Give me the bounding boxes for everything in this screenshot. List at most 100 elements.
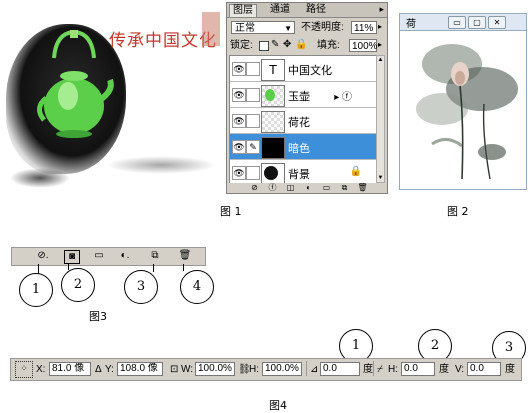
new-layer-icon[interactable]: ⧉ (148, 250, 162, 262)
layers-list: 👁 T 中国文化 👁 玉壶 ▸ ⓕ 👁 荷花 👁 ✎ 暗色 👁 背景 🔒 (229, 55, 377, 185)
hskew-field[interactable]: 0.0 (401, 362, 435, 376)
layer-mask-icon[interactable]: ◫ (285, 183, 296, 192)
ink-brush-stroke (10, 168, 70, 188)
angle-field[interactable]: 0.0 (320, 362, 360, 376)
minimize-button[interactable]: ▭ (448, 16, 466, 29)
lock-icon: 🔒 (349, 166, 362, 177)
lotus-painting (416, 44, 518, 180)
link-icon[interactable] (246, 88, 260, 102)
eye-icon[interactable]: 👁 (232, 88, 246, 102)
h-label: H: (249, 364, 259, 375)
callout-4: 4 (180, 270, 214, 304)
layers-bottom-toolbar: ⊘ ⓕ ◫ ◐ ▭ ⧉ 🗑 (227, 183, 387, 193)
height-field[interactable]: 100.0% (262, 362, 302, 376)
panel-tabs: 图层 通道 路径 ▸ (227, 3, 387, 18)
scale-icon: ⊡ (170, 364, 179, 375)
skew-icon: ⌿ (377, 364, 383, 375)
fx-icon[interactable]: ▸ ⓕ (334, 88, 352, 103)
eye-icon[interactable]: 👁 (232, 166, 246, 180)
brush-icon[interactable]: ✎ (246, 140, 260, 154)
layer-row[interactable]: 👁 ✎ 暗色 (230, 134, 376, 160)
adjustment-layer-icon[interactable]: ◐. (118, 250, 132, 262)
caption-fig3: 图3 (89, 310, 107, 323)
fill-label: 填充: (317, 40, 340, 51)
y-label: Y: (105, 364, 114, 375)
caption-fig2: 图 2 (447, 205, 469, 218)
callout-2: 2 (61, 268, 95, 302)
tab-layers[interactable]: 图层 (229, 4, 257, 17)
adjustment-layer-icon[interactable]: ◐ (303, 183, 314, 192)
layers-scrollbar[interactable]: ▲ ▼ (376, 55, 385, 183)
lotus-image-window: 荷 ▭ ▢ ✕ (399, 13, 527, 190)
close-button[interactable]: ✕ (488, 16, 506, 29)
layers-panel: 图层 通道 路径 ▸ 正常 ▼ 不透明度: 11% ▸ 锁定: ✎ ✥ 🔒 填充… (226, 2, 388, 194)
link-icon[interactable] (246, 166, 260, 180)
chevron-down-icon: ▼ (284, 24, 292, 33)
layer-row[interactable]: 👁 荷花 (230, 108, 376, 134)
maximize-button[interactable]: ▢ (468, 16, 486, 29)
window-titlebar[interactable]: 荷 ▭ ▢ ✕ (400, 14, 526, 31)
layer-style-icon[interactable]: ◙ (64, 250, 80, 264)
link-layers-icon[interactable]: ⊘. (36, 250, 50, 262)
trash-icon[interactable]: 🗑 (178, 250, 192, 262)
layer-name: 暗色 (288, 143, 310, 155)
layer-name: 荷花 (288, 117, 310, 129)
eye-icon[interactable]: 👁 (232, 62, 246, 76)
teapot-artwork: 传承中国文化 (6, 6, 223, 194)
scroll-down-icon[interactable]: ▼ (377, 174, 384, 182)
tab-paths[interactable]: 路径 (303, 4, 329, 16)
move-lock-icon[interactable]: ✥ (283, 39, 291, 50)
layer-name: 背景 (288, 169, 310, 181)
chevron-right-icon[interactable]: ▸ (378, 22, 382, 31)
blend-mode-value: 正常 (235, 23, 255, 34)
layer-thumbnail (261, 85, 285, 107)
reference-point-icon[interactable]: ⁘ (15, 361, 33, 378)
tab-channels[interactable]: 通道 (267, 4, 293, 16)
link-layers-icon[interactable]: ⊘ (249, 183, 260, 192)
layer-row[interactable]: 👁 T 中国文化 (230, 56, 376, 82)
delta-icon: Δ (95, 364, 102, 375)
lock-transparency-checkbox[interactable] (259, 41, 269, 51)
link-icon[interactable] (246, 114, 260, 128)
layer-thumbnail (261, 137, 285, 159)
vskew-unit: 度 (505, 364, 515, 375)
opacity-field[interactable]: 11% (351, 21, 377, 34)
blend-mode-select[interactable]: 正常 ▼ (231, 21, 295, 34)
layer-thumbnail (261, 111, 285, 133)
transform-options-bar: ⁘ X: 81.0 像 Δ Y: 108.0 像 ⊡ W: 100.0% ⛓ H… (10, 358, 522, 381)
rotate-icon: ⊿ (310, 364, 319, 375)
divider (373, 361, 374, 376)
callout-3: 3 (124, 270, 158, 304)
new-layer-icon[interactable]: ⧉ (339, 183, 350, 192)
layer-row[interactable]: 👁 玉壶 ▸ ⓕ (230, 82, 376, 108)
trash-icon[interactable]: 🗑 (357, 183, 368, 192)
width-field[interactable]: 100.0% (195, 362, 235, 376)
jade-teapot-image (37, 29, 114, 138)
x-field[interactable]: 81.0 像 (49, 362, 91, 376)
brush-lock-icon[interactable]: ✎ (271, 39, 279, 50)
layer-style-icon[interactable]: ⓕ (267, 183, 278, 192)
layer-mask-icon[interactable]: ▭ (92, 250, 106, 262)
lock-all-icon[interactable]: 🔒 (295, 39, 307, 50)
opacity-label: 不透明度: (301, 22, 344, 33)
vskew-field[interactable]: 0.0 (467, 362, 501, 376)
fill-field[interactable]: 100% (349, 39, 378, 52)
layer-name: 中国文化 (288, 65, 332, 77)
chevron-right-icon[interactable]: ▸ (378, 40, 382, 49)
x-label: X: (36, 364, 46, 375)
y-field[interactable]: 108.0 像 (117, 362, 163, 376)
teapot-thumbnail-icon (265, 89, 275, 101)
hskew-unit: 度 (439, 364, 449, 375)
caption-fig1: 图 1 (220, 205, 242, 218)
artwork-title: 传承中国文化 (109, 31, 217, 51)
layer-thumbnail (261, 163, 285, 185)
panel-menu-icon[interactable]: ▸ (379, 4, 384, 15)
link-icon[interactable] (246, 62, 260, 76)
eye-icon[interactable]: 👁 (232, 140, 246, 154)
folder-icon[interactable]: ▭ (321, 183, 332, 192)
scroll-up-icon[interactable]: ▲ (377, 56, 384, 64)
ink-brush-stroke (106, 156, 216, 174)
red-seal-stamp (202, 12, 220, 46)
window-title: 荷 (406, 19, 416, 30)
eye-icon[interactable]: 👁 (232, 114, 246, 128)
